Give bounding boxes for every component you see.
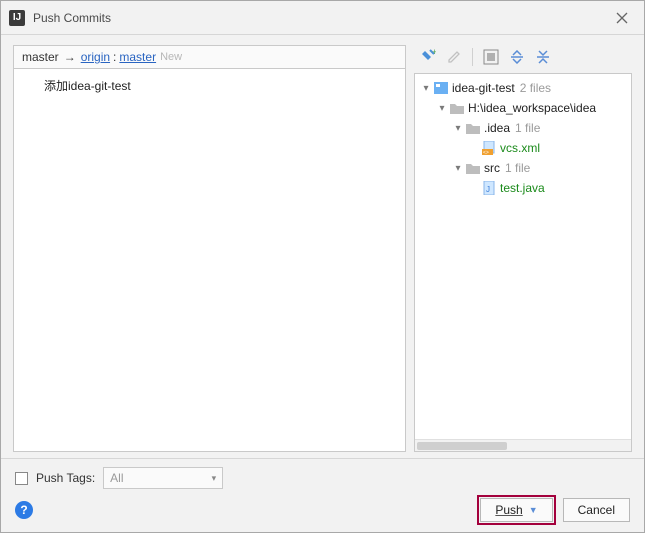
push-button[interactable]: Push ▼	[480, 498, 552, 522]
new-tag: New	[160, 51, 182, 63]
remote-branch-link[interactable]: master	[119, 50, 156, 64]
cancel-button-label: Cancel	[578, 503, 615, 517]
tree-meta: 2 files	[520, 81, 551, 95]
content-area: master → origin : master New 添加idea-git-…	[1, 35, 644, 458]
button-group: Push ▼ Cancel	[480, 498, 630, 522]
tree-label: test.java	[500, 181, 545, 195]
titlebar: IJ Push Commits	[1, 1, 644, 35]
right-panel: + ▾	[414, 45, 632, 452]
svg-text:+: +	[432, 49, 436, 57]
chevron-down-icon: ▼	[529, 505, 538, 515]
chevron-down-icon[interactable]: ▾	[419, 81, 433, 95]
dialog-window: IJ Push Commits master → origin : master…	[0, 0, 645, 533]
buttons-row: ? Push ▼ Cancel	[15, 498, 630, 522]
tree-node-path[interactable]: ▾ H:\idea_workspace\idea	[415, 98, 631, 118]
commit-list[interactable]: 添加idea-git-test	[13, 69, 406, 452]
module-icon	[433, 81, 449, 95]
folder-icon	[465, 121, 481, 135]
branch-sep: :	[113, 50, 116, 64]
scrollbar-thumb[interactable]	[417, 442, 507, 450]
svg-text:<>: <>	[483, 150, 489, 155]
push-tags-row: Push Tags: All ▾	[15, 467, 630, 489]
commit-item[interactable]: 添加idea-git-test	[22, 75, 397, 96]
tree-meta: 1 file	[505, 161, 530, 175]
edit-icon[interactable]	[444, 47, 464, 67]
toolbar-separator	[472, 48, 473, 66]
tree-label: H:\idea_workspace\idea	[468, 101, 596, 115]
tree-label: vcs.xml	[500, 141, 540, 155]
group-icon[interactable]	[481, 47, 501, 67]
chevron-down-icon: ▾	[212, 473, 217, 484]
svg-text:J: J	[486, 185, 490, 194]
file-tree[interactable]: ▾ idea-git-test 2 files ▾ H:\idea_worksp…	[414, 73, 632, 452]
horizontal-scrollbar[interactable]	[415, 439, 631, 451]
tree-node-project[interactable]: ▾ idea-git-test 2 files	[415, 78, 631, 98]
push-tags-combo[interactable]: All ▾	[103, 467, 223, 489]
push-tags-label-text: Push Tags:	[36, 471, 95, 485]
chevron-down-icon[interactable]: ▾	[435, 101, 449, 115]
footer: Push Tags: All ▾ ? Push ▼ Cancel	[1, 458, 644, 532]
pin-icon[interactable]: +	[418, 47, 438, 67]
xml-file-icon: <>	[481, 141, 497, 155]
cancel-button[interactable]: Cancel	[563, 498, 630, 522]
branch-bar: master → origin : master New	[13, 45, 406, 69]
dialog-title: Push Commits	[33, 11, 602, 25]
arrow-icon: →	[64, 50, 76, 64]
chevron-down-icon[interactable]: ▾	[451, 121, 465, 135]
push-tags-label: Push Tags:	[36, 471, 95, 485]
tree-node-dir[interactable]: ▾ .idea 1 file	[415, 118, 631, 138]
tree-label: .idea	[484, 121, 510, 135]
chevron-down-icon[interactable]: ▾	[451, 161, 465, 175]
left-panel: master → origin : master New 添加idea-git-…	[13, 45, 406, 452]
remote-link[interactable]: origin	[81, 50, 110, 64]
tree-node-dir[interactable]: ▾ src 1 file	[415, 158, 631, 178]
tree-label: src	[484, 161, 500, 175]
local-branch: master	[22, 50, 59, 64]
push-button-label: Push	[495, 503, 522, 517]
collapse-all-icon[interactable]	[533, 47, 553, 67]
tree-node-file[interactable]: J test.java	[415, 178, 631, 198]
app-icon: IJ	[9, 10, 25, 26]
close-icon[interactable]	[602, 4, 642, 32]
folder-icon	[465, 161, 481, 175]
help-icon[interactable]: ?	[15, 501, 33, 519]
expand-all-icon[interactable]	[507, 47, 527, 67]
java-file-icon: J	[481, 181, 497, 195]
push-tags-checkbox[interactable]	[15, 472, 28, 485]
file-toolbar: +	[414, 45, 632, 69]
folder-icon	[449, 101, 465, 115]
combo-value: All	[110, 471, 123, 485]
tree-node-file[interactable]: <> vcs.xml	[415, 138, 631, 158]
tree-label: idea-git-test	[452, 81, 515, 95]
tree-meta: 1 file	[515, 121, 540, 135]
